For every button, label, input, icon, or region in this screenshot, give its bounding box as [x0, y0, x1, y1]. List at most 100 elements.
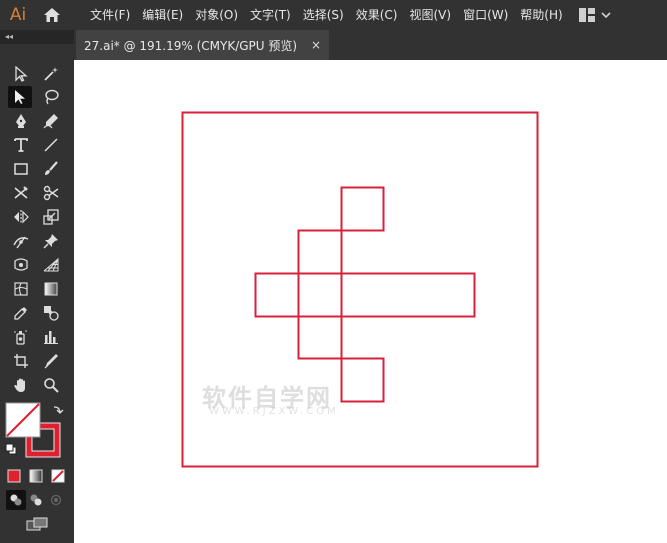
close-tab-button[interactable]: × — [311, 38, 321, 52]
puppet-warp-tool[interactable] — [39, 230, 63, 252]
symbol-sprayer-tool[interactable] — [9, 326, 33, 348]
menu-edit[interactable]: 编辑(E) — [136, 0, 189, 30]
paintbrush-icon — [45, 161, 58, 175]
symbol-sprayer-icon — [14, 330, 27, 345]
magic-wand-icon — [44, 67, 58, 81]
lasso-tool[interactable] — [39, 86, 63, 108]
artboard-icon — [14, 354, 28, 368]
reflect-tool[interactable] — [9, 206, 33, 228]
rectangle-tool[interactable] — [9, 158, 33, 180]
pushpin-icon — [43, 234, 58, 249]
gradient-icon — [44, 282, 58, 296]
draw-normal-button[interactable] — [6, 490, 26, 510]
illustrator-window: Ai 文件(F) 编辑(E) 对象(O) 文字(T) 选择(S) 效果(C) 视… — [0, 0, 667, 543]
document-tab-bar: 27.ai* @ 191.19% (CMYK/GPU 预览) × — [74, 30, 667, 60]
toolbar-collapse-button[interactable]: ◂◂ — [0, 30, 74, 44]
watermark-url: WWW.RJZXW.COM — [209, 406, 339, 417]
width-tool-icon — [13, 236, 29, 249]
direct-selection-tool[interactable] — [9, 63, 33, 85]
eyedropper-tool[interactable] — [9, 302, 33, 324]
selection-tool[interactable] — [8, 86, 32, 108]
lower-left-square — [297, 315, 343, 360]
scissors-icon — [43, 185, 59, 201]
hand-tool[interactable] — [9, 374, 33, 396]
width-tool[interactable] — [9, 230, 33, 252]
blend-icon — [44, 306, 59, 321]
pen-tool[interactable] — [9, 110, 33, 132]
menu-select[interactable]: 选择(S) — [297, 0, 350, 30]
line-segment-tool[interactable] — [39, 134, 63, 156]
scale-tool[interactable] — [39, 206, 63, 228]
document-tab-title: 27.ai* @ 191.19% (CMYK/GPU 预览) — [84, 38, 298, 53]
mesh-icon — [14, 282, 28, 296]
slice-knife-icon — [44, 354, 58, 369]
curvature-tool[interactable] — [39, 110, 63, 132]
artwork — [181, 111, 539, 468]
none-swatch-icon — [51, 469, 65, 483]
workspace-grid-icon — [578, 8, 595, 22]
document-tab[interactable]: 27.ai* @ 191.19% (CMYK/GPU 预览) × — [76, 30, 329, 60]
curvature-pen-icon — [43, 114, 58, 129]
free-transform-icon — [14, 258, 28, 271]
menu-help[interactable]: 帮助(H) — [514, 0, 568, 30]
perspective-grid-tool[interactable] — [39, 254, 63, 276]
paintbrush-tool[interactable] — [39, 158, 63, 180]
scissors-tool[interactable] — [39, 182, 63, 204]
artboard-tool[interactable] — [9, 350, 33, 372]
upper-left-square — [297, 229, 343, 275]
default-colors-icon — [5, 443, 17, 455]
shaper-tool[interactable] — [9, 182, 33, 204]
screen-mode-icon — [26, 517, 48, 531]
draw-inside-icon — [50, 494, 62, 506]
menu-bar: Ai 文件(F) 编辑(E) 对象(O) 文字(T) 选择(S) 效果(C) 视… — [0, 0, 667, 30]
bar-graph-icon — [44, 331, 58, 344]
blend-tool[interactable] — [39, 302, 63, 324]
draw-normal-icon — [10, 494, 22, 506]
magic-wand-tool[interactable] — [39, 63, 63, 85]
zoom-tool[interactable] — [39, 374, 63, 396]
free-transform-tool[interactable] — [9, 254, 33, 276]
draw-behind-button[interactable] — [26, 490, 46, 510]
gradient-tool[interactable] — [39, 278, 63, 300]
direct-selection-icon — [15, 66, 28, 82]
none-mode-button[interactable] — [48, 466, 68, 486]
home-icon — [44, 8, 60, 22]
screen-mode-button[interactable] — [24, 514, 50, 534]
menu-list: 文件(F) 编辑(E) 对象(O) 文字(T) 选择(S) 效果(C) 视图(V… — [84, 0, 569, 30]
color-mode-button[interactable] — [4, 466, 24, 486]
menu-window[interactable]: 窗口(W) — [457, 0, 514, 30]
app-logo: Ai — [9, 5, 27, 25]
swap-fill-stroke-icon — [53, 406, 64, 414]
menu-object[interactable]: 对象(O) — [189, 0, 244, 30]
menu-file[interactable]: 文件(F) — [84, 0, 136, 30]
horizontal-bar — [340, 272, 476, 318]
menu-view[interactable]: 视图(V) — [403, 0, 457, 30]
lasso-icon — [45, 89, 59, 105]
fill-stroke-widget[interactable] — [4, 400, 70, 468]
artboard-canvas[interactable]: 软件自学网 WWW.RJZXW.COM — [74, 60, 667, 543]
type-tool[interactable] — [9, 134, 33, 156]
tools-panel: ◂◂ — [0, 30, 74, 543]
gradient-swatch-icon — [29, 469, 43, 483]
menu-type[interactable]: 文字(T) — [244, 0, 297, 30]
workspace-switcher[interactable] — [578, 8, 611, 22]
draw-inside-button[interactable] — [46, 490, 66, 510]
zoom-magnifier-icon — [44, 378, 59, 393]
solid-color-icon — [7, 469, 21, 483]
middle-square — [297, 272, 343, 318]
home-button[interactable] — [36, 0, 68, 30]
selection-arrow-icon — [15, 90, 25, 104]
chevron-down-icon — [601, 11, 611, 18]
pen-icon — [16, 114, 26, 128]
rectangle-icon — [14, 163, 28, 175]
scale-icon — [43, 209, 59, 225]
left-end-square — [254, 272, 300, 318]
top-right-square — [340, 186, 385, 232]
slice-tool[interactable] — [39, 350, 63, 372]
column-graph-tool[interactable] — [39, 326, 63, 348]
mesh-tool[interactable] — [9, 278, 33, 300]
menu-effect[interactable]: 效果(C) — [350, 0, 404, 30]
eyedropper-icon — [14, 307, 27, 320]
type-t-icon — [14, 138, 28, 152]
gradient-mode-button[interactable] — [26, 466, 46, 486]
